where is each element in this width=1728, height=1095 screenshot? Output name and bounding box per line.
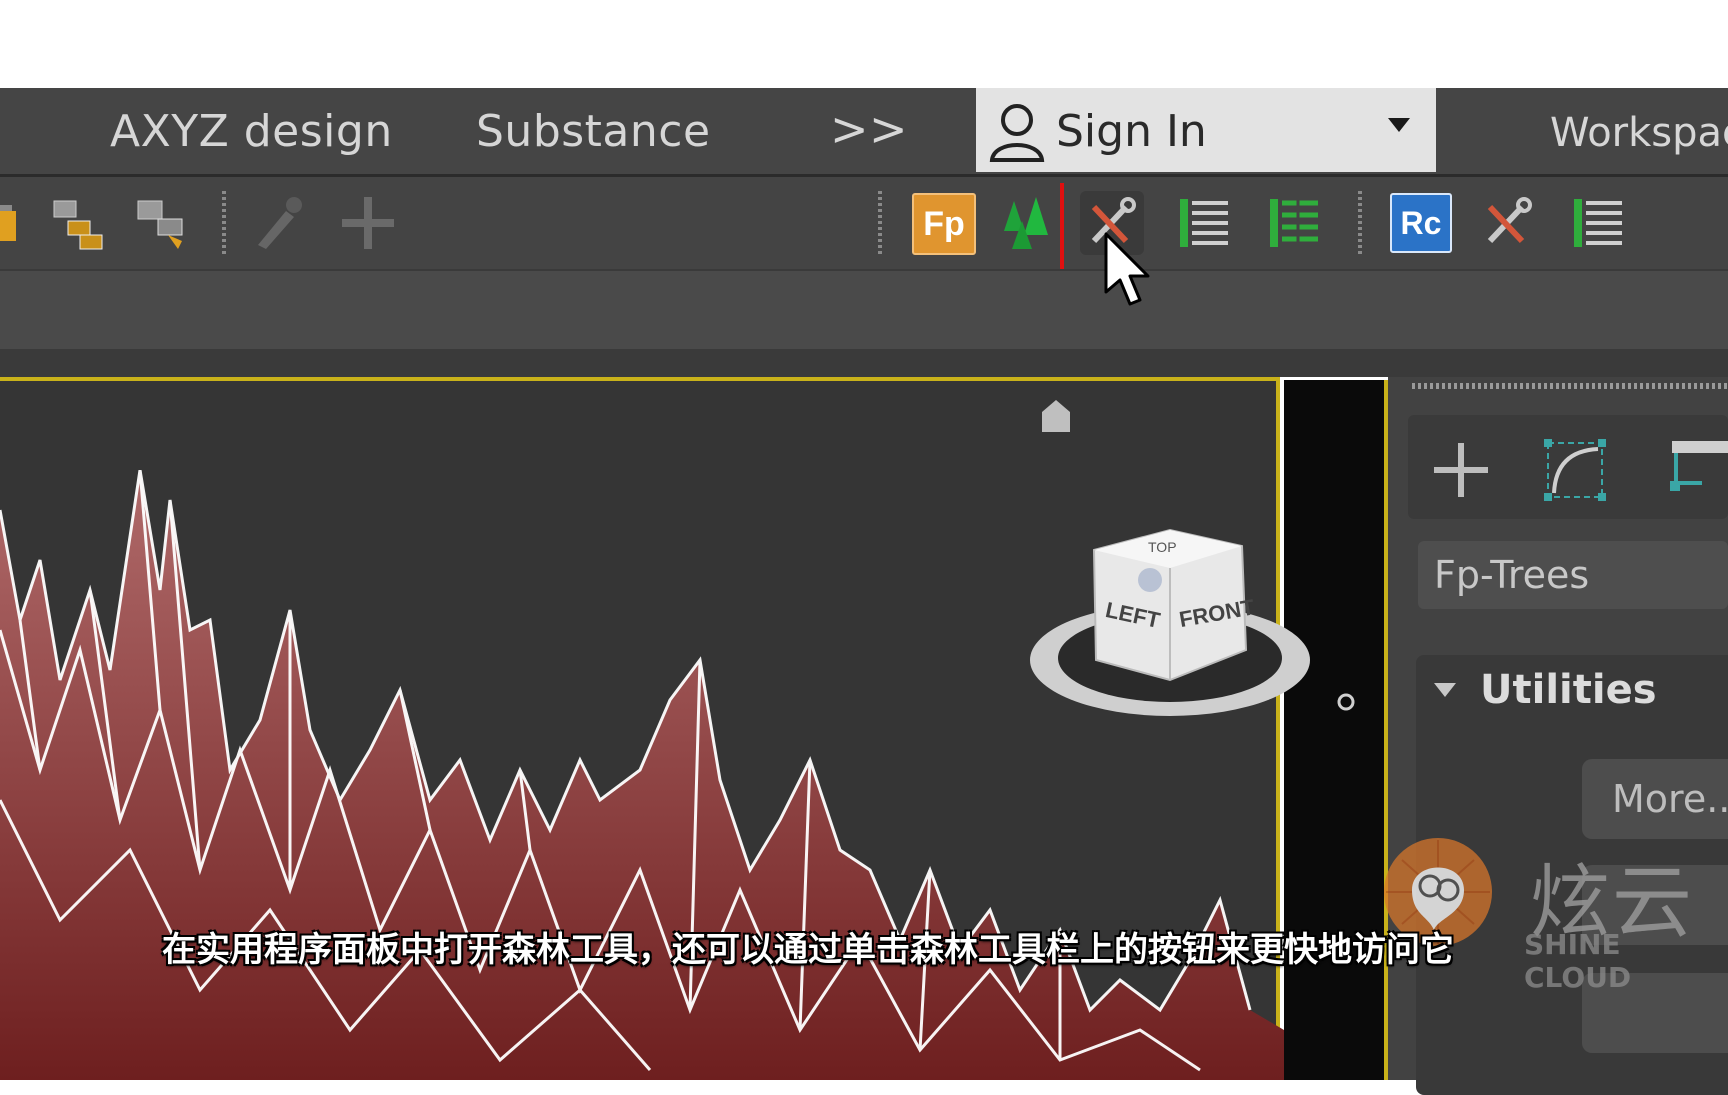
panel-gap bbox=[0, 349, 1728, 377]
list-icon[interactable] bbox=[1172, 191, 1236, 255]
more-button[interactable]: More... bbox=[1582, 759, 1728, 839]
ribbon-strip bbox=[0, 269, 1728, 351]
highlight-marker bbox=[1060, 183, 1064, 273]
toolbar-separator bbox=[878, 191, 882, 257]
command-panel-tabs bbox=[1408, 415, 1728, 519]
scene-explorer-icon[interactable] bbox=[48, 191, 112, 255]
utilities-rollout-title[interactable]: Utilities bbox=[1480, 667, 1657, 713]
create-tab-icon[interactable] bbox=[1428, 437, 1494, 503]
video-subtitle: 在实用程序面板中打开森林工具，还可以通过单击森林工具栏上的按钮来更快地访问它 bbox=[162, 930, 1454, 970]
viewport-side-strip bbox=[1284, 380, 1388, 1080]
main-toolbar: Fp Rc bbox=[0, 177, 1728, 428]
grid-list-icon[interactable] bbox=[1262, 191, 1326, 255]
viewcube-top-label: TOP bbox=[1148, 539, 1177, 555]
layer-explorer-icon[interactable] bbox=[132, 191, 196, 255]
menu-item-axyz-design[interactable]: AXYZ design bbox=[110, 106, 393, 157]
railclone-icon[interactable]: Rc bbox=[1390, 193, 1452, 253]
railclone-list-icon[interactable] bbox=[1566, 191, 1630, 255]
paint-brush-icon[interactable] bbox=[246, 191, 310, 255]
sign-in-dropdown[interactable]: Sign In bbox=[976, 88, 1436, 172]
workspaces-label[interactable]: Workspac bbox=[1550, 110, 1728, 156]
collapse-caret-icon[interactable] bbox=[1434, 683, 1456, 697]
toolbar-separator bbox=[1358, 191, 1362, 257]
home-icon[interactable] bbox=[1040, 398, 1072, 434]
top-margin bbox=[0, 0, 1728, 88]
sign-in-label: Sign In bbox=[1056, 106, 1207, 157]
move-icon[interactable] bbox=[336, 191, 400, 255]
forest-trees-icon[interactable] bbox=[994, 191, 1058, 255]
railclone-tools-icon[interactable] bbox=[1476, 191, 1540, 255]
menu-overflow-button[interactable]: >> bbox=[830, 102, 908, 156]
hierarchy-tab-icon[interactable] bbox=[1662, 437, 1728, 503]
menu-bar: ) AXYZ design Substance >> Sign In Works… bbox=[0, 88, 1728, 177]
viewcube-icon[interactable]: FRONT LEFT TOP bbox=[1020, 510, 1320, 730]
menu-item-substance[interactable]: Substance bbox=[476, 106, 711, 157]
layer-icon[interactable] bbox=[0, 191, 44, 255]
menu-item-partial[interactable]: ) bbox=[0, 106, 4, 157]
dropdown-caret-icon bbox=[1388, 118, 1410, 132]
nav-wheel-icon[interactable] bbox=[1336, 692, 1356, 712]
panel-drag-handle[interactable] bbox=[1412, 383, 1728, 389]
user-icon bbox=[989, 104, 1045, 162]
toolbar-separator bbox=[222, 191, 226, 257]
mouse-cursor-icon bbox=[1104, 232, 1150, 306]
object-name-field[interactable]: Fp-Trees bbox=[1418, 541, 1728, 609]
modify-tab-icon[interactable] bbox=[1542, 437, 1608, 503]
watermark-english: SHINE CLOUD bbox=[1524, 928, 1632, 994]
forest-pack-icon[interactable]: Fp bbox=[912, 193, 976, 255]
